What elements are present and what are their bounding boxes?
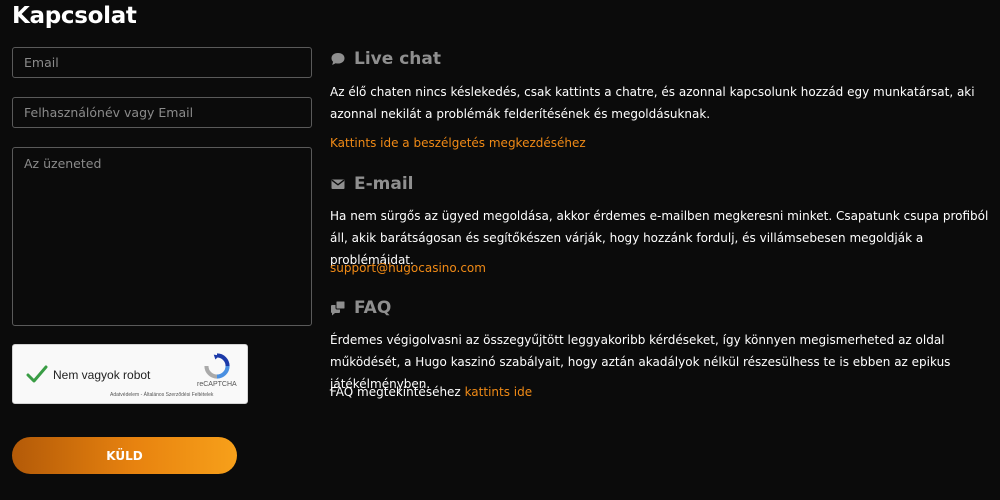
recaptcha-widget: Nem vagyok robot reCAPTCHA Adatvédelem -… [12, 344, 248, 404]
contact-page: Kapcsolat Nem vagyok robot reCAPTCHA Ada… [0, 0, 1000, 500]
captcha-brand: reCAPTCHA [197, 381, 237, 388]
captcha-label: Nem vagyok robot [53, 368, 151, 382]
recaptcha-logo-icon [204, 353, 230, 379]
faq-heading: FAQ [330, 298, 391, 318]
faq-link[interactable]: kattints ide [465, 385, 533, 399]
chat-bubble-icon [331, 53, 345, 65]
faq-cta-prefix: FAQ megtekintéséhez [330, 385, 461, 399]
live-chat-text: Az élő chaten nincs késlekedés, csak kat… [330, 85, 975, 121]
live-chat-heading: Live chat [330, 49, 441, 69]
message-textarea[interactable] [12, 147, 312, 326]
envelope-icon [331, 179, 345, 189]
email-heading: E-mail [330, 174, 414, 194]
email-title: E-mail [354, 174, 414, 194]
username-or-email-field[interactable] [12, 97, 312, 128]
submit-button[interactable]: KÜLD [12, 437, 237, 474]
support-email-link[interactable]: support@hugocasino.com [330, 261, 486, 275]
email-field[interactable] [12, 47, 312, 78]
faq-title: FAQ [354, 298, 392, 318]
start-chat-link[interactable]: Kattints ide a beszélgetés megkezdéséhez [330, 136, 586, 150]
captcha-links[interactable]: Adatvédelem - Általános Szerződési Felté… [110, 392, 213, 398]
live-chat-title: Live chat [354, 49, 441, 69]
page-title: Kapcsolat [12, 3, 137, 29]
faq-chat-icon [331, 300, 346, 316]
faq-cta-line: FAQ megtekintéséhez kattints ide [330, 385, 532, 399]
checkmark-icon[interactable] [25, 362, 49, 386]
